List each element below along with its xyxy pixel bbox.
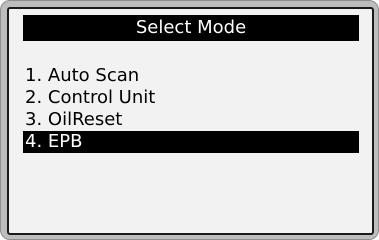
- menu-item-control-unit[interactable]: 2. Control Unit: [23, 87, 359, 109]
- device-bezel: Select Mode 1. Auto Scan 2. Control Unit…: [0, 0, 379, 240]
- menu-item-oil-reset[interactable]: 3. OilReset: [23, 109, 359, 131]
- screen-title: Select Mode: [23, 15, 359, 41]
- lcd-screen: Select Mode 1. Auto Scan 2. Control Unit…: [7, 7, 374, 235]
- mode-menu: 1. Auto Scan 2. Control Unit 3. OilReset…: [23, 65, 359, 153]
- menu-item-epb[interactable]: 4. EPB: [23, 131, 359, 153]
- menu-item-auto-scan[interactable]: 1. Auto Scan: [23, 65, 359, 87]
